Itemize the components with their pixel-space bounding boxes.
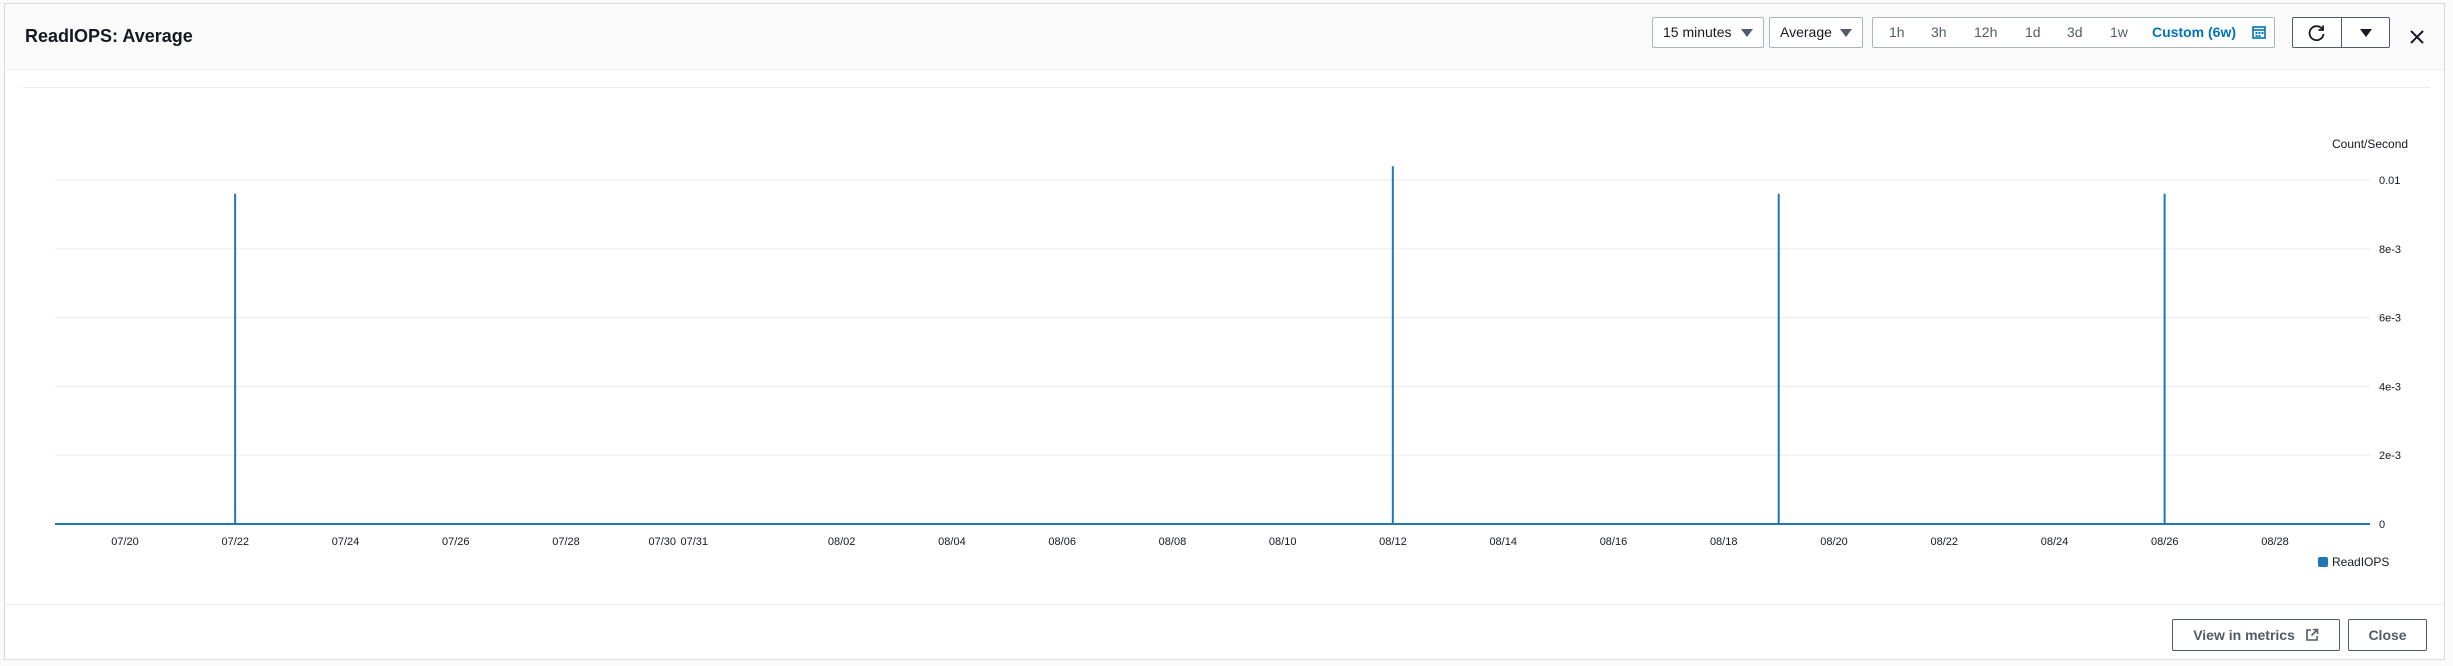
x-tick-label: 08/20	[1820, 536, 1848, 548]
y-tick-label: 0	[2379, 519, 2385, 531]
x-tick-label: 08/14	[1489, 536, 1517, 548]
x-tick-label: 08/12	[1379, 536, 1407, 548]
y-tick-label: 0.01	[2379, 175, 2400, 187]
x-tick-label: 07/20	[111, 536, 139, 548]
y-tick-label: 2e-3	[2379, 450, 2401, 462]
y-axis-unit-label: Count/Second	[2332, 137, 2408, 151]
x-tick-label: 08/22	[1930, 536, 1958, 548]
x-tick-label: 07/22	[221, 536, 249, 548]
x-tick-label: 08/06	[1048, 536, 1076, 548]
external-link-icon	[2305, 628, 2319, 641]
footer-divider	[5, 604, 2444, 605]
x-tick-label: 08/02	[828, 536, 856, 548]
legend-label[interactable]: ReadIOPS	[2332, 555, 2389, 569]
x-tick-label: 07/26	[442, 536, 470, 548]
y-tick-label: 8e-3	[2379, 244, 2401, 256]
readiops-chart: Count/Second 0 2e-3 4e-3 6e-3 8e-3 0.01 07/20 07…	[55, 137, 2408, 548]
close-button[interactable]: Close	[2348, 619, 2427, 651]
x-tick-label: 08/28	[2261, 536, 2289, 548]
y-tick-label: 4e-3	[2379, 381, 2401, 393]
x-tick-label: 08/10	[1269, 536, 1297, 548]
view-in-metrics-label: View in metrics	[2193, 627, 2295, 643]
x-tick-label: 08/04	[938, 536, 966, 548]
x-tick-label: 08/26	[2151, 536, 2179, 548]
y-tick-label: 6e-3	[2379, 313, 2401, 325]
x-tick-label: 07/24	[332, 536, 360, 548]
legend-swatch	[2318, 557, 2328, 567]
x-tick-label: 08/16	[1600, 536, 1628, 548]
x-tick-label: 07/28	[552, 536, 580, 548]
chart-legend: ReadIOPS	[2318, 555, 2389, 569]
x-tick-label: 07/31	[681, 536, 709, 548]
metric-modal: ReadIOPS: Average 15 minutes Average 1h …	[4, 3, 2445, 660]
x-tick-label: 07/30	[649, 536, 677, 548]
x-tick-label: 08/24	[2041, 536, 2069, 548]
x-tick-label: 08/08	[1159, 536, 1187, 548]
x-tick-label: 08/18	[1710, 536, 1738, 548]
view-in-metrics-button[interactable]: View in metrics	[2172, 619, 2340, 651]
